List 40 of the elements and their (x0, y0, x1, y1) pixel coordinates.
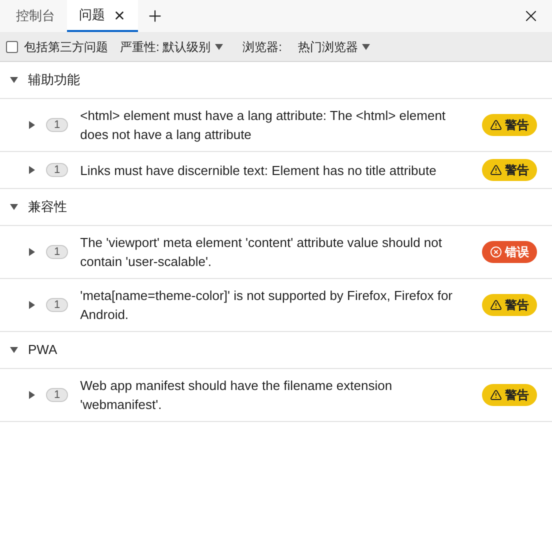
warning-icon (490, 119, 502, 131)
tab[interactable]: 问题 (67, 0, 138, 32)
expand-icon[interactable] (10, 203, 18, 211)
group-header[interactable]: 辅助功能 (0, 62, 552, 99)
expand-icon[interactable] (28, 121, 36, 129)
severity-badge: 警告 (482, 114, 537, 136)
group-header[interactable]: PWA (0, 332, 552, 369)
caret-icon[interactable] (214, 42, 223, 50)
expand-icon[interactable] (10, 76, 18, 84)
expand-icon[interactable] (28, 301, 36, 309)
group-header[interactable]: 兼容性 (0, 189, 552, 226)
count-badge: 1 (46, 118, 68, 132)
issue-message: Web app manifest should have the filename extension 'webmanifest'. (80, 377, 394, 414)
tab[interactable]: 控制台 (4, 0, 67, 32)
expand-icon[interactable] (28, 166, 36, 174)
checkbox[interactable] (6, 40, 18, 52)
close-icon[interactable] (113, 8, 126, 22)
count-badge: 1 (46, 245, 68, 259)
issue-message: 'meta[name=theme-color]' is not supported by Firefox, Firefox for Android. (80, 287, 454, 324)
severity-badge: 警告 (482, 159, 537, 181)
error-icon (490, 246, 502, 258)
warning-icon (490, 389, 502, 401)
count-badge: 1 (46, 298, 68, 312)
count-badge: 1 (46, 163, 68, 177)
warning-icon (490, 164, 502, 176)
expand-icon[interactable] (28, 248, 36, 256)
severity-badge: 警告 (482, 384, 537, 406)
expand-icon[interactable] (10, 346, 18, 354)
browser-dropdown[interactable]: 浏览器: 热门浏览器 (242, 38, 370, 56)
issue-message: The 'viewport' meta element 'content' attribute value should not contain 'user-scalable'. (80, 234, 443, 271)
severity-badge: 警告 (482, 294, 537, 316)
issue-message: Links must have discernible text: Element has no title attribute (80, 162, 438, 180)
severity-dropdown[interactable]: 严重性: 默认级别 (120, 38, 223, 56)
severity-badge: 错误 (482, 241, 537, 263)
count-badge: 1 (46, 388, 68, 402)
caret-icon[interactable] (362, 42, 370, 50)
expand-icon[interactable] (28, 391, 36, 399)
issue-message: <html> element must have a lang attribute: The <html> element does not have a lang attribute (80, 107, 447, 144)
checkbox-label: 包括第三方问题 (24, 38, 108, 56)
warning-icon (490, 299, 502, 311)
